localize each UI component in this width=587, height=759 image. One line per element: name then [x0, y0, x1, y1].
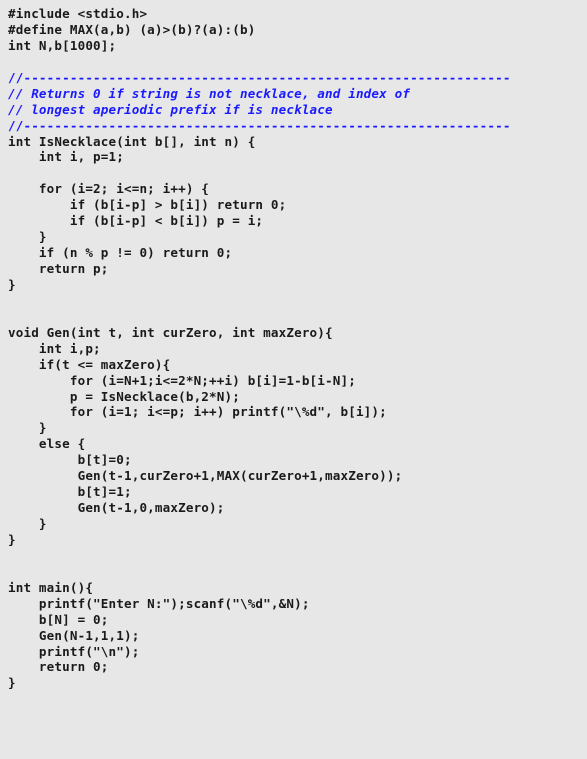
code-line: for (i=N+1;i<=2*N;++i) b[i]=1-b[i-N];: [8, 372, 356, 388]
code-line: p = IsNecklace(b,2*N);: [8, 388, 240, 404]
code-line: }: [8, 276, 16, 292]
code-line: b[t]=1;: [8, 484, 132, 500]
code-line: Gen(t-1,0,maxZero);: [8, 500, 225, 516]
code-line: int i,p;: [8, 340, 101, 356]
code-line: printf("\n");: [8, 643, 140, 659]
code-line: return p;: [8, 261, 109, 276]
code-line: // Returns 0 if string is not necklace, …: [8, 85, 411, 101]
code-line: b[N] = 0;: [8, 611, 109, 627]
code-line: int N,b[1000];: [8, 37, 117, 53]
code-line: int main(){: [8, 579, 94, 595]
code-line: }: [8, 516, 47, 531]
code-line: Gen(t-1,curZero+1,MAX(curZero+1,maxZero)…: [8, 468, 403, 484]
code-line: for (i=2; i<=n; i++) {: [8, 181, 210, 197]
code-line: void Gen(int t, int curZero, int maxZero…: [8, 324, 333, 340]
code-line: //--------------------------------------…: [8, 69, 511, 85]
code-line: #define MAX(a,b) (a)>(b)?(a):(b): [8, 21, 256, 37]
code-line: }: [8, 675, 16, 691]
code-line: Gen(N-1,1,1);: [8, 627, 140, 643]
code-line: #include <stdio.h>: [8, 6, 148, 21]
code-line: int i, p=1;: [8, 149, 124, 165]
code-line: }: [8, 531, 16, 547]
code-line: if (n % p != 0) return 0;: [8, 245, 233, 261]
code-listing: #include <stdio.h> #define MAX(a,b) (a)>(…: [0, 0, 587, 691]
code-line: int IsNecklace(int b[], int n) {: [8, 133, 256, 149]
code-line: if (b[i-p] < b[i]) p = i;: [8, 213, 264, 229]
code-line: b[t]=0;: [8, 452, 132, 468]
code-line: //--------------------------------------…: [8, 117, 511, 133]
code-line: printf("Enter N:");scanf("\%d",&N);: [8, 595, 310, 611]
code-line: // longest aperiodic prefix if is neckla…: [8, 101, 333, 117]
code-line: if (b[i-p] > b[i]) return 0;: [8, 197, 287, 213]
code-line: }: [8, 229, 47, 245]
code-line: for (i=1; i<=p; i++) printf("\%d", b[i])…: [8, 404, 387, 420]
code-line: if(t <= maxZero){: [8, 356, 171, 372]
code-line: return 0;: [8, 659, 109, 675]
code-line: else {: [8, 436, 86, 452]
code-line: }: [8, 420, 47, 436]
